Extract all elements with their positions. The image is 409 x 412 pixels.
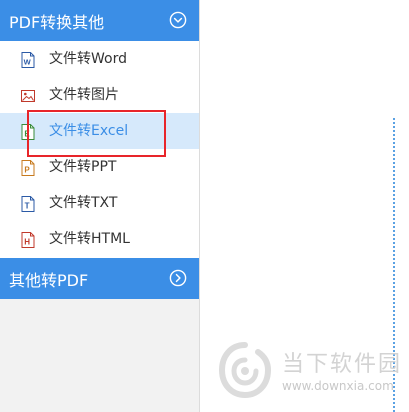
sidebar-item-to-html[interactable]: H 文件转HTML <box>0 221 199 257</box>
image-file-icon <box>21 90 35 102</box>
txt-file-icon: T <box>21 196 35 212</box>
watermark: 当下软件园 www.downxia.com <box>218 342 403 398</box>
sidebar-item-label: 文件转PPT <box>49 159 117 175</box>
section-title: 其他转PDF <box>9 270 89 290</box>
sidebar-item-label: 文件转图片 <box>49 87 119 103</box>
sidebar-empty-area <box>0 299 199 412</box>
section-title: PDF转换其他 <box>9 12 105 32</box>
chevron-down-icon[interactable] <box>169 11 187 29</box>
sidebar-item-to-word[interactable]: W 文件转Word <box>0 41 199 77</box>
watermark-url: www.downxia.com <box>282 379 394 393</box>
html-file-icon: H <box>21 232 35 248</box>
sidebar-item-label: 文件转HTML <box>49 231 130 247</box>
sidebar-item-label: 文件转Word <box>49 51 127 67</box>
svg-text:P: P <box>24 166 30 175</box>
sidebar: PDF转换其他 W 文件转Word 文件转图片 E 文件转Excel P 文件转… <box>0 0 200 412</box>
sidebar-item-label: 文件转TXT <box>49 195 118 211</box>
svg-text:W: W <box>24 58 32 67</box>
ppt-file-icon: P <box>21 160 35 176</box>
chevron-right-icon[interactable] <box>169 269 187 287</box>
word-file-icon: W <box>21 52 35 68</box>
watermark-name: 当下软件园 <box>282 352 403 377</box>
svg-text:T: T <box>25 202 30 211</box>
section-header-other-to-pdf[interactable]: 其他转PDF <box>0 258 199 299</box>
watermark-logo-icon <box>218 342 272 398</box>
sidebar-item-to-txt[interactable]: T 文件转TXT <box>0 185 199 221</box>
section-header-pdf-to-other[interactable]: PDF转换其他 <box>0 0 199 41</box>
svg-text:H: H <box>24 238 30 247</box>
annotation-highlight-box <box>27 110 166 157</box>
sidebar-item-to-image[interactable]: 文件转图片 <box>0 77 199 113</box>
